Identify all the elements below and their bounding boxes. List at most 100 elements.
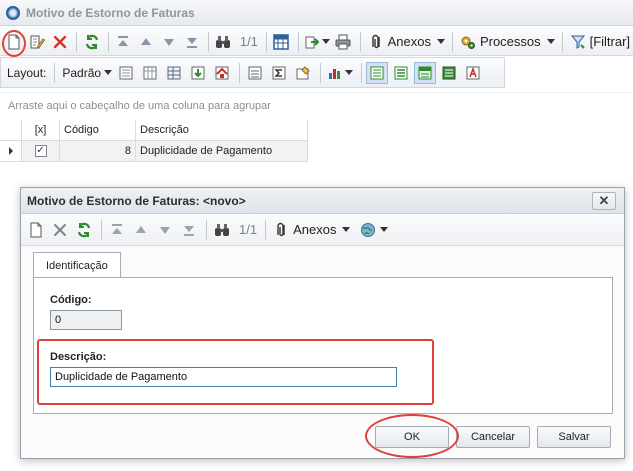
filtrar-label: [Filtrar] xyxy=(589,34,631,49)
delete-icon xyxy=(54,223,66,236)
highlight-circle-ok-button xyxy=(365,414,459,458)
new-document-icon xyxy=(30,222,42,237)
view-mode-3-button[interactable] xyxy=(414,61,437,84)
processos-label: Processos xyxy=(479,34,541,49)
record-counter: 1/1 xyxy=(239,34,258,49)
first-record-button[interactable] xyxy=(113,31,134,53)
toolbar-separator xyxy=(452,31,453,52)
dialog-last-button[interactable] xyxy=(178,219,200,241)
dialog-new-button[interactable] xyxy=(25,219,47,241)
last-record-button[interactable] xyxy=(181,31,202,53)
grid-view-button[interactable] xyxy=(271,31,292,53)
row-select-cell[interactable]: ✓ xyxy=(22,141,60,162)
view-mode-4-button[interactable] xyxy=(438,62,460,84)
descricao-cell: Duplicidade de Pagamento xyxy=(136,141,308,162)
row-checkbox[interactable]: ✓ xyxy=(34,145,47,157)
delete-record-button[interactable] xyxy=(50,31,71,53)
dialog-close-button[interactable]: ✕ xyxy=(592,192,616,210)
highlight-icon xyxy=(296,65,310,79)
layout-home-button[interactable] xyxy=(211,62,233,84)
toolbar-separator xyxy=(265,31,267,52)
layout-import-button[interactable] xyxy=(187,62,209,84)
chevron-down-icon xyxy=(342,227,351,232)
bar-chart-icon xyxy=(329,68,341,79)
dialog-globe-menu-button[interactable] xyxy=(357,219,391,241)
column-header-codigo[interactable]: Código xyxy=(60,120,136,141)
dialog-next-button[interactable] xyxy=(154,219,176,241)
layout-dropdown[interactable]: Padrão xyxy=(59,62,115,84)
cancel-button[interactable]: Cancelar xyxy=(456,426,530,448)
chevron-down-icon xyxy=(546,39,555,44)
toolbar-separator xyxy=(206,219,207,240)
export-icon xyxy=(305,36,320,48)
toolbar-separator xyxy=(359,31,361,52)
layout-chart-button[interactable] xyxy=(325,62,355,84)
column-header-select[interactable]: [x] xyxy=(22,120,60,141)
dialog-delete-button[interactable] xyxy=(49,219,71,241)
processos-menu-button[interactable]: Processos xyxy=(457,31,558,53)
layout-table-button[interactable] xyxy=(163,62,185,84)
view-green-icon xyxy=(394,66,408,79)
dialog-refresh-button[interactable] xyxy=(73,219,95,241)
next-record-icon xyxy=(160,226,170,234)
records-grid: [x] Código Descrição ✓ 8 Duplicidade de … xyxy=(0,120,308,162)
toolbar-separator xyxy=(208,31,210,52)
app-icon xyxy=(6,5,20,20)
save-button[interactable]: Salvar xyxy=(537,426,611,448)
row-pointer-icon xyxy=(8,147,13,155)
layout-list-button[interactable] xyxy=(244,62,266,84)
dialog-search-button[interactable] xyxy=(211,219,233,241)
layout-sum-button[interactable] xyxy=(268,62,290,84)
filtrar-button[interactable]: [Filtrar] xyxy=(567,31,633,53)
search-button[interactable] xyxy=(213,31,234,53)
row-indicator xyxy=(0,141,22,162)
font-icon xyxy=(466,66,480,79)
row-indicator-header xyxy=(0,120,22,141)
chevron-down-icon xyxy=(345,70,354,75)
gears-icon xyxy=(461,36,475,49)
save-label: Salvar xyxy=(558,431,590,443)
tab-identificacao-label: Identificação xyxy=(46,259,108,272)
next-record-button[interactable] xyxy=(159,31,180,53)
font-format-button[interactable] xyxy=(462,62,484,84)
layout-columns-button[interactable] xyxy=(139,62,161,84)
toolbar-separator xyxy=(320,62,322,83)
table-icon xyxy=(167,66,181,79)
layout-save-button[interactable] xyxy=(115,62,137,84)
import-icon xyxy=(191,66,205,79)
codigo-field[interactable]: 0 xyxy=(50,310,122,330)
view-mode-1-button[interactable] xyxy=(366,61,389,84)
column-header-descricao[interactable]: Descrição xyxy=(136,120,308,141)
view-green-icon xyxy=(442,66,456,79)
table-row[interactable]: ✓ 8 Duplicidade de Pagamento xyxy=(0,141,308,162)
view-green-icon xyxy=(418,66,432,79)
filter-icon xyxy=(570,35,585,49)
toolbar-separator xyxy=(239,62,241,83)
dialog-toolbar: 1/1 Anexos xyxy=(21,214,624,246)
toolbar-separator xyxy=(101,219,102,240)
group-by-area[interactable]: Arraste aqui o cabeçalho de uma coluna p… xyxy=(0,92,633,118)
toolbar-separator xyxy=(297,31,299,52)
anexos-menu-button[interactable]: Anexos xyxy=(365,31,448,53)
tab-identificacao[interactable]: Identificação xyxy=(33,252,121,278)
dialog-anexos-menu-button[interactable]: Anexos xyxy=(270,219,353,241)
toolbar-separator xyxy=(561,31,563,52)
print-button[interactable] xyxy=(333,31,354,53)
edit-dialog: Motivo de Estorno de Faturas: <novo> ✕ 1… xyxy=(20,187,625,459)
last-record-icon xyxy=(184,225,194,236)
toolbar-separator xyxy=(54,62,56,83)
view-mode-2-button[interactable] xyxy=(390,62,412,84)
layout-highlight-button[interactable] xyxy=(292,62,314,84)
previous-record-button[interactable] xyxy=(136,31,157,53)
chevron-down-icon xyxy=(380,227,389,232)
paperclip-icon xyxy=(277,222,285,236)
export-button[interactable] xyxy=(303,31,331,53)
edit-record-button[interactable] xyxy=(27,31,48,53)
highlight-circle-new-button xyxy=(2,30,26,57)
dialog-previous-button[interactable] xyxy=(130,219,152,241)
refresh-button[interactable] xyxy=(81,31,102,53)
printer-icon xyxy=(335,34,351,49)
layout-columns-icon xyxy=(143,66,157,79)
previous-record-icon xyxy=(136,225,146,233)
dialog-first-button[interactable] xyxy=(106,219,128,241)
